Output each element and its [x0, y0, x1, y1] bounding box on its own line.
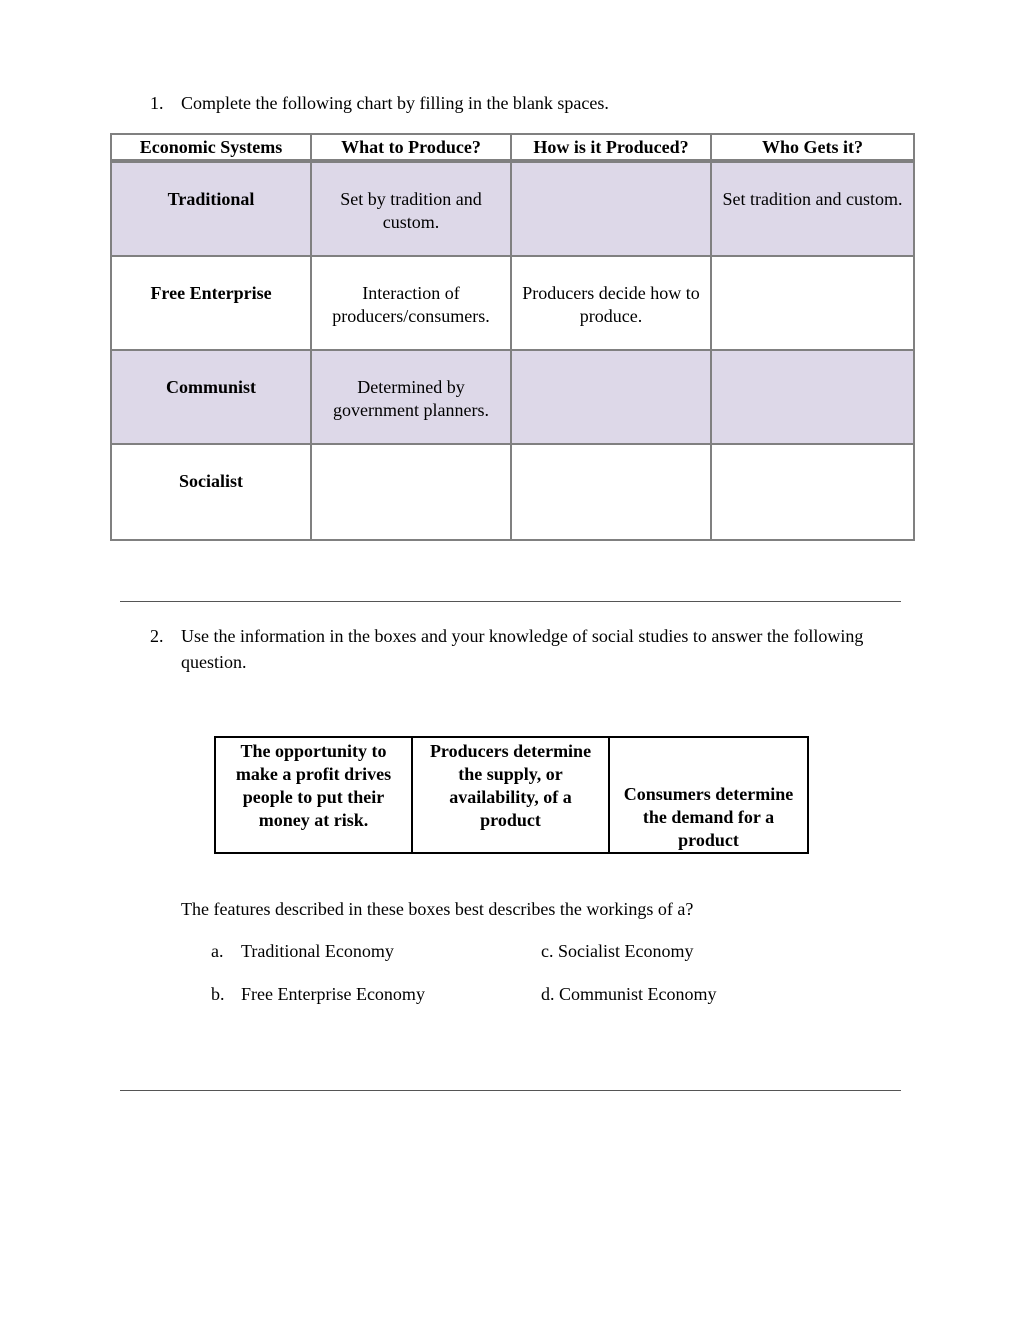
option-text: Free Enterprise Economy	[241, 984, 425, 1004]
table-row: Communist Determined by government plann…	[112, 351, 913, 445]
option-letter: d.	[541, 984, 555, 1004]
option-d[interactable]: d. Communist Economy	[541, 981, 717, 1007]
option-text: Socialist Economy	[558, 941, 694, 961]
what-cell: Set by tradition and custom.	[312, 163, 512, 257]
chart-header-row: Economic Systems What to Produce? How is…	[112, 135, 913, 163]
how-cell[interactable]	[512, 163, 712, 257]
header-who-gets-it: Who Gets it?	[712, 135, 913, 163]
system-name: Free Enterprise	[112, 257, 312, 351]
option-text: Traditional Economy	[241, 941, 394, 961]
info-box-demand: Consumers determine the demand for a pro…	[608, 736, 809, 854]
system-name: Communist	[112, 351, 312, 445]
table-row: Free Enterprise Interaction of producers…	[112, 257, 913, 351]
who-cell: Set tradition and custom.	[712, 163, 913, 257]
table-row: Traditional Set by tradition and custom.…	[112, 163, 913, 257]
economic-systems-chart: Economic Systems What to Produce? How is…	[110, 133, 915, 541]
info-box-profit: The opportunity to make a profit drives …	[214, 736, 413, 854]
header-how-produced: How is it Produced?	[512, 135, 712, 163]
question-text: Complete the following chart by filling …	[181, 93, 609, 113]
how-cell[interactable]	[512, 351, 712, 445]
option-letter: a.	[211, 941, 224, 961]
header-economic-systems: Economic Systems	[112, 135, 312, 163]
info-box-supply: Producers determine the supply, or avail…	[411, 736, 610, 854]
section-divider	[120, 601, 901, 602]
system-name: Socialist	[112, 445, 312, 539]
question-stem: The features described in these boxes be…	[181, 899, 694, 919]
who-cell[interactable]	[712, 257, 913, 351]
system-name: Traditional	[112, 163, 312, 257]
option-text: Communist Economy	[559, 984, 717, 1004]
what-cell: Determined by government planners.	[312, 351, 512, 445]
question-text: Use the information in the boxes and you…	[181, 626, 864, 672]
option-letter: b.	[211, 984, 225, 1004]
option-b[interactable]: b. Free Enterprise Economy	[211, 981, 425, 1007]
who-cell[interactable]	[712, 351, 913, 445]
header-what-to-produce: What to Produce?	[312, 135, 512, 163]
section-divider	[120, 1090, 901, 1091]
option-a[interactable]: a. Traditional Economy	[211, 938, 394, 964]
who-cell[interactable]	[712, 445, 913, 539]
question-number: 2.	[150, 626, 164, 646]
how-cell: Producers decide how to produce.	[512, 257, 712, 351]
table-row: Socialist	[112, 445, 913, 539]
what-cell: Interaction of producers/consumers.	[312, 257, 512, 351]
info-boxes: The opportunity to make a profit drives …	[214, 736, 809, 854]
option-c[interactable]: c. Socialist Economy	[541, 938, 693, 964]
question-number: 1.	[150, 93, 164, 113]
how-cell[interactable]	[512, 445, 712, 539]
option-letter: c.	[541, 941, 554, 961]
what-cell[interactable]	[312, 445, 512, 539]
